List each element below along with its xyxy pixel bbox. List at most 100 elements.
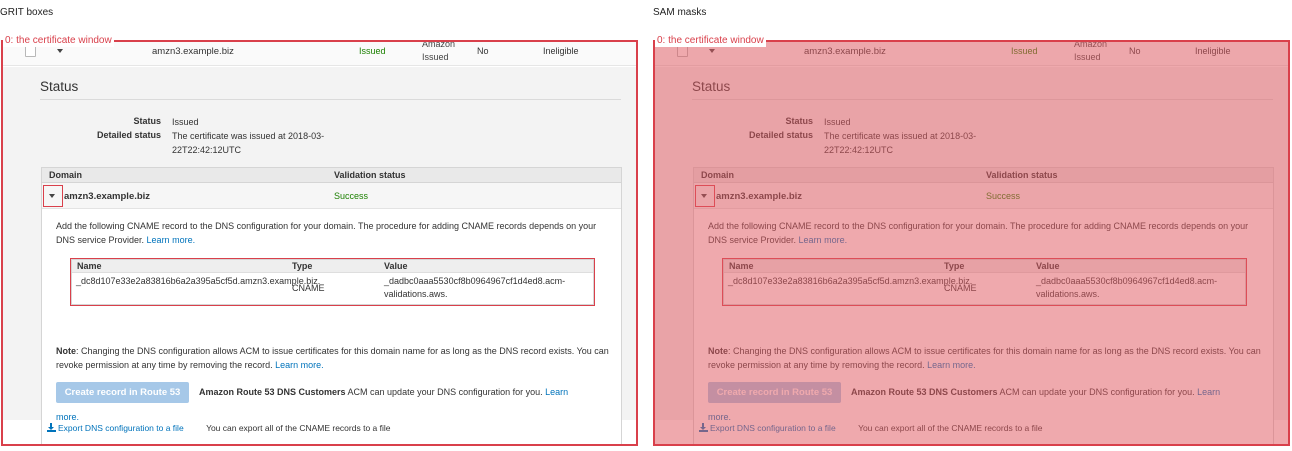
- export-note: You can export all of the CNAME records …: [858, 423, 1043, 433]
- route53-text: ACM can update your DNS configuration fo…: [345, 387, 543, 397]
- status-value: Issued: [824, 117, 851, 127]
- col-domain: Domain: [701, 170, 735, 180]
- status-label: Status: [785, 116, 813, 126]
- note-text: : Changing the DNS configuration allows …: [56, 346, 609, 370]
- domain-name: amzn3.example.biz: [716, 191, 803, 202]
- cname-type: CNAME: [292, 283, 325, 293]
- domain-row[interactable]: amzn3.example.biz Success: [42, 183, 621, 209]
- export-dns-link[interactable]: Export DNS configuration to a file: [58, 423, 184, 433]
- row-status: Issued: [1011, 46, 1038, 56]
- status-panel: Status Status Issued Detailed status The…: [653, 67, 1290, 446]
- row-status: Issued: [359, 46, 386, 56]
- status-label: Status: [133, 116, 161, 126]
- detailed-status-label: Detailed status: [748, 130, 813, 140]
- download-icon[interactable]: [699, 423, 708, 432]
- validation-status: Success: [334, 191, 369, 201]
- learn-more-link[interactable]: Learn: [1197, 387, 1220, 397]
- learn-more-link[interactable]: Learn more.: [799, 235, 848, 245]
- route53-bold: Amazon Route 53 DNS Customers: [851, 387, 998, 397]
- domain-name: amzn3.example.biz: [64, 191, 151, 202]
- sam-pane: amzn3.example.biz Issued Amazon Issued N…: [653, 35, 1290, 446]
- create-record-route53-button[interactable]: Create record in Route 53: [56, 382, 189, 403]
- learn-more-link-cont[interactable]: more.: [708, 412, 731, 422]
- learn-more-link[interactable]: Learn: [545, 387, 568, 397]
- caret-down-icon[interactable]: [57, 49, 63, 53]
- export-row: Export DNS configuration to a file You c…: [699, 423, 1042, 433]
- col-name: Name: [729, 261, 754, 271]
- row-type: Amazon Issued: [1074, 40, 1108, 62]
- cname-table: Name Type Value _dc8d107e33e2a83816b6a2a…: [722, 258, 1247, 306]
- note-label: Note: [708, 346, 728, 356]
- dns-note: Note: Changing the DNS configuration all…: [708, 344, 1268, 372]
- instructions-text: Add the following CNAME record to the DN…: [56, 221, 597, 245]
- cname-name: _dc8d107e33e2a83816b6a2a395a5cf5d.amzn3.…: [728, 276, 973, 286]
- detailed-status-value: The certificate was issued at 2018-03-22…: [824, 131, 977, 155]
- col-validation-status: Validation status: [986, 170, 1058, 180]
- dns-note: Note: Changing the DNS configuration all…: [56, 344, 616, 372]
- row-domain-name: amzn3.example.biz: [804, 46, 886, 57]
- export-dns-link[interactable]: Export DNS configuration to a file: [710, 423, 836, 433]
- status-heading: Status: [40, 79, 79, 94]
- row-in-use: No: [1129, 46, 1141, 56]
- detailed-status-label: Detailed status: [96, 130, 161, 140]
- route53-text: ACM can update your DNS configuration fo…: [997, 387, 1195, 397]
- note-text: : Changing the DNS configuration allows …: [708, 346, 1261, 370]
- route53-info: Amazon Route 53 DNS Customers ACM can up…: [851, 385, 1241, 399]
- learn-more-link[interactable]: Learn more.: [927, 360, 976, 370]
- expand-toggle[interactable]: [695, 185, 715, 207]
- cname-value: _dadbc0aaa5530cf8b0964967cf1d4ed8.acm-va…: [1036, 276, 1218, 299]
- download-icon[interactable]: [47, 423, 56, 432]
- status-panel: Status Status Issued Detailed status The…: [1, 67, 638, 446]
- row-checkbox[interactable]: [677, 46, 688, 57]
- row-domain-name: amzn3.example.biz: [152, 46, 234, 57]
- grit-boxes-label: GRIT boxes: [0, 7, 54, 18]
- row-checkbox[interactable]: [25, 46, 36, 57]
- learn-more-link[interactable]: Learn more.: [275, 360, 324, 370]
- row-renewal: Ineligible: [543, 46, 579, 56]
- sam-masks-label: SAM masks: [653, 7, 707, 18]
- divider: [40, 99, 621, 100]
- certificate-window: amzn3.example.biz Issued Amazon Issued N…: [1, 40, 638, 446]
- col-name: Name: [77, 261, 102, 271]
- col-value: Value: [1036, 261, 1060, 271]
- cname-instructions: Add the following CNAME record to the DN…: [708, 219, 1268, 247]
- route53-info: Amazon Route 53 DNS Customers ACM can up…: [199, 385, 589, 399]
- row-type: Amazon Issued: [422, 40, 456, 62]
- domain-table: Domain Validation status amzn3.example.b…: [41, 167, 622, 446]
- status-heading: Status: [692, 79, 731, 94]
- caret-grit-box: [43, 185, 63, 207]
- col-type: Type: [292, 261, 313, 271]
- learn-more-link[interactable]: Learn more.: [147, 235, 196, 245]
- domain-table-header: Domain Validation status: [42, 168, 621, 183]
- certificate-window: amzn3.example.biz Issued Amazon Issued N…: [653, 40, 1290, 446]
- detailed-status-value: The certificate was issued at 2018-03-22…: [172, 131, 325, 155]
- learn-more-link-cont[interactable]: more.: [56, 412, 79, 422]
- domain-table: Domain Validation status amzn3.example.b…: [693, 167, 1274, 446]
- create-record-route53-button[interactable]: Create record in Route 53: [708, 382, 841, 403]
- col-domain: Domain: [49, 170, 83, 180]
- cname-instructions: Add the following CNAME record to the DN…: [56, 219, 616, 247]
- domain-row[interactable]: amzn3.example.biz Success: [694, 183, 1273, 209]
- cname-value: _dadbc0aaa5530cf8b0964967cf1d4ed8.acm-va…: [384, 276, 566, 299]
- domain-table-header: Domain Validation status: [694, 168, 1273, 183]
- cname-table-header: Name Type Value: [72, 260, 593, 273]
- certificate-row[interactable]: amzn3.example.biz Issued Amazon Issued N…: [1, 40, 638, 66]
- status-value: Issued: [172, 117, 199, 127]
- caret-down-icon[interactable]: [709, 49, 715, 53]
- row-renewal: Ineligible: [1195, 46, 1231, 56]
- col-type: Type: [944, 261, 965, 271]
- certificate-row[interactable]: amzn3.example.biz Issued Amazon Issued N…: [653, 40, 1290, 66]
- cname-table-header: Name Type Value: [724, 260, 1245, 273]
- export-row: Export DNS configuration to a file You c…: [47, 423, 390, 433]
- caret-box: [695, 185, 715, 207]
- cname-type: CNAME: [944, 283, 977, 293]
- col-validation-status: Validation status: [334, 170, 406, 180]
- validation-status: Success: [986, 191, 1021, 201]
- divider: [692, 99, 1273, 100]
- instructions-text: Add the following CNAME record to the DN…: [708, 221, 1249, 245]
- row-in-use: No: [477, 46, 489, 56]
- cname-name: _dc8d107e33e2a83816b6a2a395a5cf5d.amzn3.…: [76, 276, 321, 286]
- grit-pane: amzn3.example.biz Issued Amazon Issued N…: [1, 35, 638, 446]
- expand-toggle[interactable]: [43, 185, 63, 207]
- note-label: Note: [56, 346, 76, 356]
